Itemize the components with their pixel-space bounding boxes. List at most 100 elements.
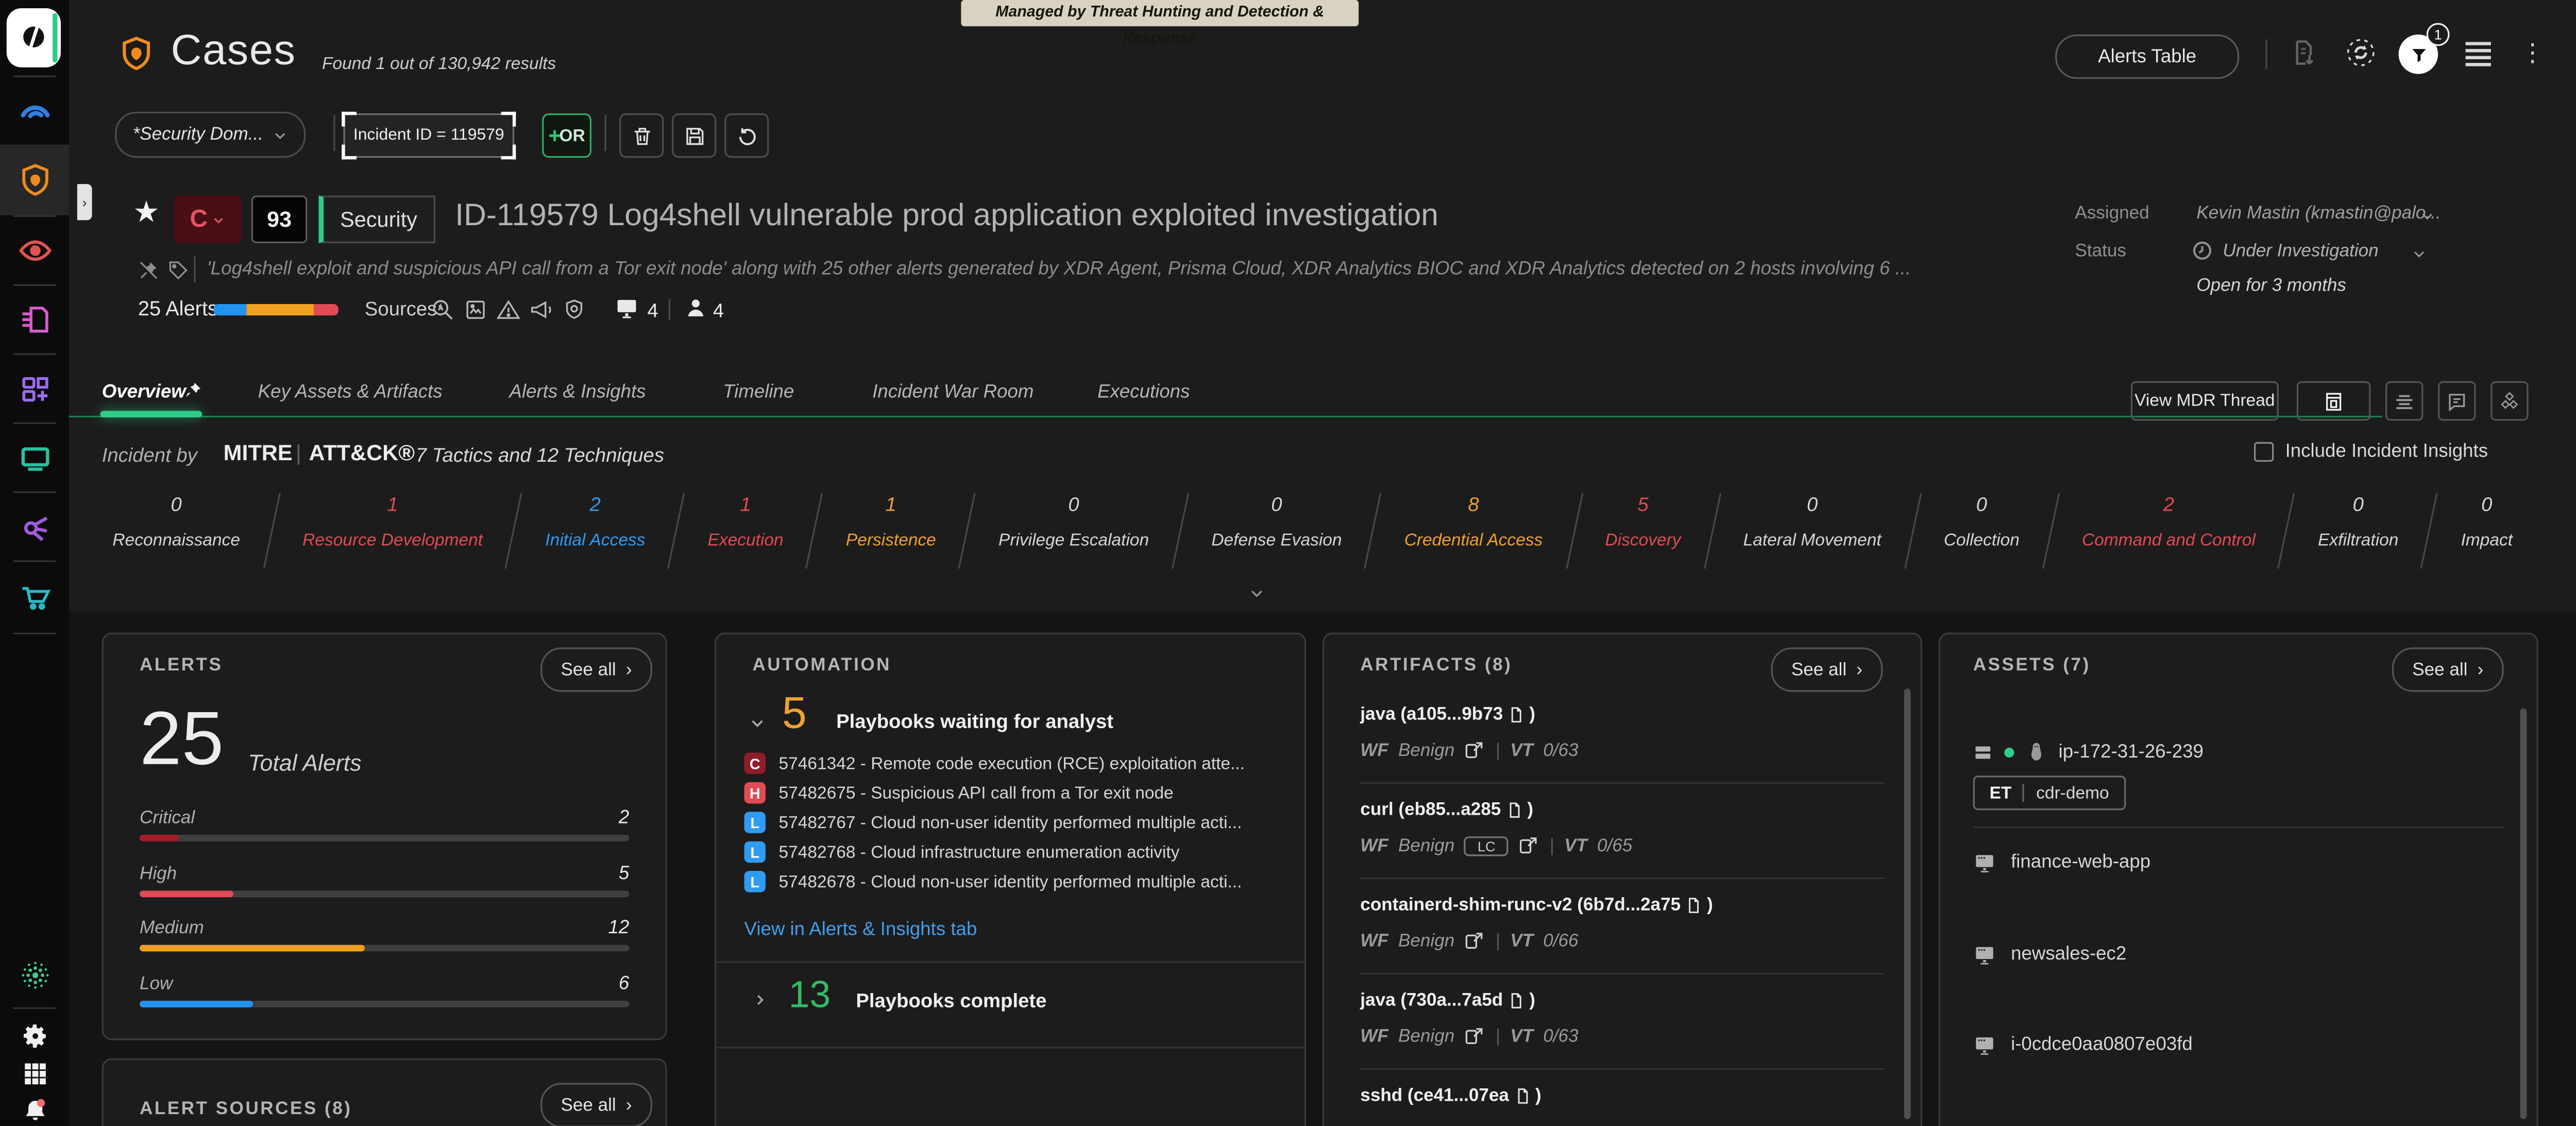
tactic-discovery[interactable]: 5Discovery [1574, 493, 1711, 551]
chevron-right-icon[interactable] [752, 993, 767, 1007]
view-mdr-thread-button[interactable]: View MDR Thread [2131, 381, 2279, 421]
automation-alert-row[interactable]: L 57482678 - Cloud non-user identity per… [744, 871, 1282, 892]
delete-filter-button[interactable] [619, 113, 664, 158]
artifact-name[interactable]: java (730a...7a5d ) [1360, 991, 1535, 1011]
tactic-defense-evasion[interactable]: 0Defense Evasion [1181, 493, 1372, 551]
tab-key-assets-artifacts[interactable]: Key Assets & Artifacts [258, 383, 443, 402]
tactic-persistence[interactable]: 1Persistence [816, 493, 967, 551]
save-filter-button[interactable] [672, 113, 716, 158]
incident-title[interactable]: ID-119579 Log4shell vulnerable prod appl… [455, 199, 1438, 235]
tactic-impact[interactable]: 0Impact [2431, 493, 2543, 551]
sidebar-item-cases[interactable] [0, 145, 69, 215]
asset-row[interactable]: i-0cdce0aa0807e03fd [1973, 1034, 2193, 1057]
collapse-section-chevron[interactable] [1245, 585, 1268, 601]
blocks-button[interactable] [2490, 381, 2528, 421]
app-logo[interactable] [7, 8, 61, 68]
tab-incident-war-room[interactable]: Incident War Room [872, 383, 1033, 402]
sidebar-item-notifications[interactable] [0, 1089, 69, 1126]
artifact-name[interactable]: curl (eb85...a285 ) [1360, 800, 1533, 820]
tactic-reconnaissance[interactable]: 0Reconnaissance [82, 493, 270, 551]
status-value[interactable]: Under Investigation [2223, 242, 2378, 261]
chevron-down-icon[interactable] [2420, 209, 2435, 224]
assets-scrollbar[interactable] [2520, 708, 2527, 1119]
add-or-filter-button[interactable]: + OR [542, 113, 591, 158]
artifact-name[interactable]: java (a105...9b73 ) [1360, 705, 1535, 725]
sidebar-item-app-launcher[interactable] [0, 1053, 69, 1093]
artifacts-see-all-button[interactable]: See all › [1771, 647, 1883, 692]
share-icon[interactable] [1464, 740, 1485, 761]
severity-badge: L [744, 812, 766, 833]
share-icon[interactable] [1464, 930, 1485, 951]
pin-icon[interactable] [184, 381, 202, 399]
automation-alert-row[interactable]: H 57482675 - Suspicious API call from a … [744, 782, 1282, 803]
sidebar-item-query-graph[interactable] [0, 491, 69, 560]
tab-timeline[interactable]: Timeline [723, 383, 794, 402]
save-icon [683, 124, 706, 147]
pin-off-icon[interactable] [138, 260, 159, 281]
tactic-resource-development[interactable]: 1Resource Development [272, 493, 513, 551]
menu-lines-icon[interactable] [2463, 40, 2494, 68]
sidebar-item-asset-groups[interactable] [0, 354, 69, 423]
alerts-see-all-button[interactable]: See all › [540, 647, 652, 692]
field-selector-dropdown[interactable]: *Security Dom... [115, 112, 306, 158]
assigned-value[interactable]: Kevin Mastin (kmastin@palo... [2196, 204, 2441, 223]
chevron-down-icon[interactable] [749, 715, 766, 731]
alerts-table-button[interactable]: Alerts Table [2055, 35, 2239, 79]
sidebar-item-terminal[interactable] [0, 423, 69, 492]
sidebar-item-settings[interactable] [0, 1016, 69, 1055]
automation-alert-row[interactable]: L 57482768 - Cloud infrastructure enumer… [744, 842, 1282, 863]
assigned-label: Assigned [2075, 204, 2149, 223]
kebab-menu-icon[interactable]: ⋮ [2520, 38, 2545, 67]
active-filter-chip[interactable]: Incident ID = 119579 [343, 113, 514, 158]
sidebar-item-reports[interactable] [0, 284, 69, 354]
comments-button[interactable] [2438, 381, 2476, 421]
asset-tag-chip[interactable]: ET cdr-demo [1973, 776, 2126, 810]
tactic-lateral-movement[interactable]: 0Lateral Movement [1713, 493, 1912, 551]
include-insights-label[interactable]: Include Incident Insights [2285, 442, 2488, 462]
asset-row[interactable]: newsales-ec2 [1973, 943, 2127, 966]
artifact-name[interactable]: sshd (ce41...07ea ) [1360, 1086, 1541, 1106]
assets-see-all-button[interactable]: See all › [2392, 647, 2504, 692]
sidebar-item-threat-intel[interactable] [0, 215, 69, 284]
tag-icon[interactable] [167, 260, 189, 281]
cart-icon [17, 578, 52, 612]
automation-alert-row[interactable]: C 57461342 - Remote code execution (RCE)… [744, 752, 1282, 774]
tab-overview[interactable]: Overview [102, 383, 186, 402]
tab-executions[interactable]: Executions [1097, 383, 1190, 402]
severity-dropdown[interactable]: C [174, 195, 242, 243]
layout-toggle-button[interactable] [2297, 381, 2370, 421]
refresh-icon[interactable] [2344, 36, 2377, 69]
share-icon[interactable] [1518, 835, 1539, 856]
tactic-execution[interactable]: 1Execution [677, 493, 814, 551]
reset-filter-button[interactable] [724, 113, 769, 158]
tab-alerts-insights[interactable]: Alerts & Insights [510, 383, 646, 402]
tactic-initial-access[interactable]: 2Initial Access [515, 493, 675, 551]
expand-panel-tab[interactable]: › [77, 184, 92, 220]
alert-sources-see-all-button[interactable]: See all › [540, 1083, 652, 1126]
summary-view-button[interactable] [2385, 381, 2423, 421]
chevron-down-icon[interactable] [2412, 246, 2427, 261]
artifacts-scrollbar[interactable] [1904, 688, 1911, 1119]
tactic-exfiltration[interactable]: 0Exfiltration [2287, 493, 2429, 551]
mitre-tactics-bar: 0Reconnaissance 1Resource Development 2I… [82, 493, 2543, 569]
sidebar-item-marketplace[interactable] [0, 560, 69, 629]
sidebar-item-dashboard[interactable] [0, 76, 69, 145]
tactic-collection[interactable]: 0Collection [1913, 493, 2050, 551]
sidebar-item-ai-assist[interactable] [0, 940, 69, 1009]
share-icon[interactable] [1464, 1026, 1485, 1047]
include-insights-checkbox[interactable] [2254, 442, 2274, 462]
assets-card: ASSETS (7) See all › ip-172-31-26-239 ET… [1939, 633, 2538, 1126]
chevron-right-icon: › [82, 195, 87, 210]
file-icon [1686, 896, 1702, 915]
cubes-icon [2499, 390, 2520, 411]
tactic-privilege-escalation[interactable]: 0Privilege Escalation [968, 493, 1179, 551]
automation-alert-row[interactable]: L 57482767 - Cloud non-user identity per… [744, 812, 1282, 833]
export-icon[interactable] [2289, 38, 2318, 67]
star-favorite-icon[interactable]: ★ [133, 195, 159, 230]
tactic-credential-access[interactable]: 8Credential Access [1374, 493, 1573, 551]
view-alerts-insights-link[interactable]: View in Alerts & Insights tab [744, 920, 977, 940]
asset-row[interactable]: finance-web-app [1973, 851, 2150, 875]
tactic-command-and-control[interactable]: 2Command and Control [2052, 493, 2286, 551]
artifact-name[interactable]: containerd-shim-runc-v2 (6b7d...2a75 ) [1360, 896, 1713, 915]
asset-row-host[interactable]: ip-172-31-26-239 [1973, 740, 2204, 764]
